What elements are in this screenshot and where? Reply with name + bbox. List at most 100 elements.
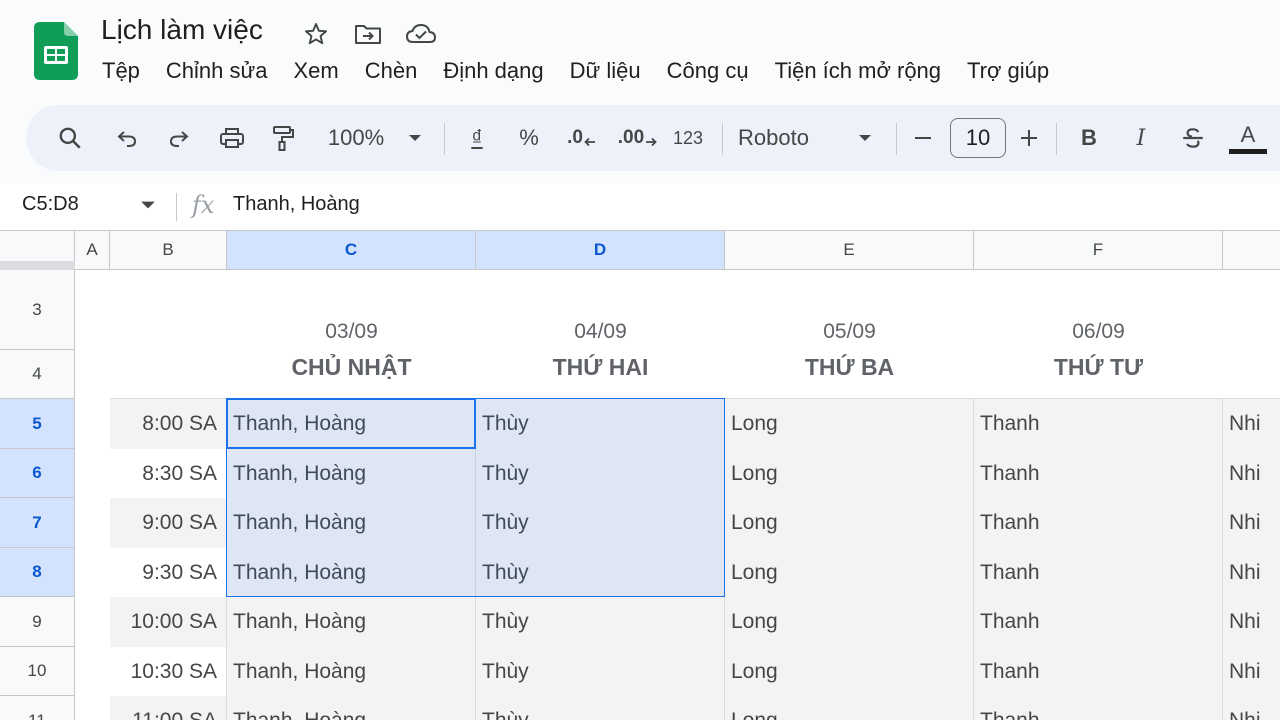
text-color-swatch	[1229, 149, 1267, 154]
menu-help[interactable]: Trợ giúp	[954, 56, 1062, 90]
row-header-8[interactable]: 8	[0, 548, 75, 597]
schedule-cell[interactable]: Long	[725, 597, 974, 647]
schedule-cell[interactable]: Thùy	[476, 597, 725, 647]
schedule-cell[interactable]: Thanh	[974, 498, 1223, 548]
increase-decimal-button[interactable]: .00	[616, 105, 660, 171]
schedule-cell[interactable]: Nhi	[1223, 647, 1280, 696]
menu-extensions[interactable]: Tiện ích mở rộng	[762, 56, 954, 90]
sheets-logo-icon[interactable]	[34, 22, 78, 80]
increase-font-size-icon[interactable]	[1014, 105, 1044, 171]
schedule-cell[interactable]: Thanh	[974, 399, 1223, 449]
percent-format-button[interactable]: %	[512, 105, 546, 171]
search-menus-icon[interactable]	[52, 105, 88, 171]
text-color-button[interactable]: A	[1228, 105, 1268, 171]
decrease-decimal-button[interactable]: .0	[562, 105, 602, 171]
row-header-11[interactable]: 11	[0, 696, 75, 720]
menu-edit[interactable]: Chỉnh sửa	[153, 56, 281, 90]
schedule-cell[interactable]: Thanh	[974, 696, 1223, 720]
select-all-corner[interactable]	[0, 231, 75, 270]
day-name: CHỦ NHẬT	[291, 354, 412, 380]
schedule-cell[interactable]: Thanh	[974, 597, 1223, 647]
column-header-d[interactable]: D	[476, 231, 725, 270]
schedule-cell[interactable]: Long	[725, 498, 974, 548]
time-slot-cell[interactable]: 10:00 SA	[110, 597, 227, 647]
schedule-cell[interactable]: Nhi	[1223, 449, 1280, 498]
time-slot-cell[interactable]: 8:00 SA	[110, 399, 227, 449]
formula-bar: C5:D8 fx Thanh, Hoàng	[0, 183, 1280, 231]
schedule-cell[interactable]: Long	[725, 399, 974, 449]
star-icon[interactable]	[300, 18, 332, 50]
schedule-cell[interactable]: Thùy	[476, 647, 725, 696]
decrease-font-size-icon[interactable]	[908, 105, 938, 171]
column-header-c[interactable]: C	[227, 231, 476, 270]
time-slot-cell[interactable]: 10:30 SA	[110, 647, 227, 696]
menu-format[interactable]: Định dạng	[430, 56, 556, 90]
row-header-6[interactable]: 6	[0, 449, 75, 498]
schedule-cell[interactable]: Thanh	[974, 449, 1223, 498]
menu-insert[interactable]: Chèn	[352, 56, 431, 90]
strikethrough-icon[interactable]	[1178, 105, 1208, 171]
print-icon[interactable]	[214, 105, 250, 171]
menu-data[interactable]: Dữ liệu	[557, 56, 654, 90]
row-header-3[interactable]: 3	[0, 270, 75, 350]
redo-icon[interactable]	[162, 105, 196, 171]
sheet-grid: A B C D E F 3 4 5 6 7 8 9 10 11 03/09 CH…	[0, 231, 1280, 720]
name-box-dropdown-icon[interactable]	[140, 199, 156, 211]
font-family-select[interactable]: Roboto	[738, 105, 838, 171]
schedule-cell[interactable]: Nhi	[1223, 696, 1280, 720]
column-header-b[interactable]: B	[110, 231, 227, 270]
font-dropdown-icon[interactable]	[852, 105, 878, 171]
time-slot-cell[interactable]: 9:30 SA	[110, 548, 227, 597]
schedule-cell[interactable]: Long	[725, 696, 974, 720]
column-header-a[interactable]: A	[75, 231, 110, 270]
schedule-cell[interactable]: Long	[725, 647, 974, 696]
row-header-5[interactable]: 5	[0, 399, 75, 449]
row-header-7[interactable]: 7	[0, 498, 75, 548]
schedule-cell[interactable]: Thanh, Hoàng	[227, 696, 476, 720]
document-title[interactable]: Lịch làm việc	[101, 14, 263, 46]
zoom-select[interactable]: 100%	[318, 105, 394, 171]
zoom-dropdown-icon[interactable]	[402, 105, 428, 171]
schedule-cell[interactable]: Nhi	[1223, 597, 1280, 647]
schedule-cell[interactable]: Thanh	[974, 647, 1223, 696]
undo-icon[interactable]	[110, 105, 144, 171]
paint-format-icon[interactable]	[266, 105, 300, 171]
formula-input[interactable]: Thanh, Hoàng	[233, 193, 360, 216]
column-header-e[interactable]: E	[725, 231, 974, 270]
column-header-g[interactable]	[1223, 231, 1280, 270]
move-to-folder-icon[interactable]	[352, 18, 384, 50]
more-formats-button[interactable]: 123	[668, 105, 708, 171]
schedule-cell[interactable]: Thanh, Hoàng	[227, 647, 476, 696]
schedule-cell[interactable]: Thanh	[974, 548, 1223, 597]
bold-button[interactable]: B	[1074, 105, 1104, 171]
schedule-cell[interactable]: Nhi	[1223, 548, 1280, 597]
title-bar: Lịch làm việc Tệp Chỉnh sửa Xem Chèn Địn…	[0, 0, 1280, 100]
italic-button[interactable]: I	[1126, 105, 1156, 171]
menu-file[interactable]: Tệp	[89, 56, 153, 90]
frozen-row-handle[interactable]	[0, 261, 75, 270]
schedule-cell[interactable]: Nhi	[1223, 399, 1280, 449]
time-slot-cell[interactable]: 11:00 SA	[110, 696, 227, 720]
schedule-cell[interactable]: Thanh, Hoàng	[227, 597, 476, 647]
menu-view[interactable]: Xem	[280, 56, 351, 90]
schedule-cell[interactable]: Long	[725, 449, 974, 498]
time-slot-cell[interactable]: 9:00 SA	[110, 498, 227, 548]
schedule-cell[interactable]: Thùy	[476, 696, 725, 720]
toolbar-separator	[722, 123, 723, 155]
menu-tools[interactable]: Công cụ	[654, 56, 762, 90]
row-header-4[interactable]: 4	[0, 350, 75, 399]
row-header-9[interactable]: 9	[0, 597, 75, 647]
time-slot-cell[interactable]: 8:30 SA	[110, 449, 227, 498]
cloud-saved-icon[interactable]	[405, 18, 437, 50]
arrow-right-icon	[646, 137, 657, 147]
function-icon: fx	[192, 191, 215, 219]
schedule-cell[interactable]: Nhi	[1223, 498, 1280, 548]
column-header-f[interactable]: F	[974, 231, 1223, 270]
row-header-10[interactable]: 10	[0, 647, 75, 696]
active-cell-border	[226, 398, 476, 449]
schedule-cell[interactable]: Long	[725, 548, 974, 597]
name-box[interactable]: C5:D8	[22, 193, 79, 216]
font-size-input[interactable]: 10	[950, 118, 1006, 158]
column-divider	[1222, 399, 1223, 720]
currency-format-button[interactable]: ₫	[460, 105, 494, 171]
